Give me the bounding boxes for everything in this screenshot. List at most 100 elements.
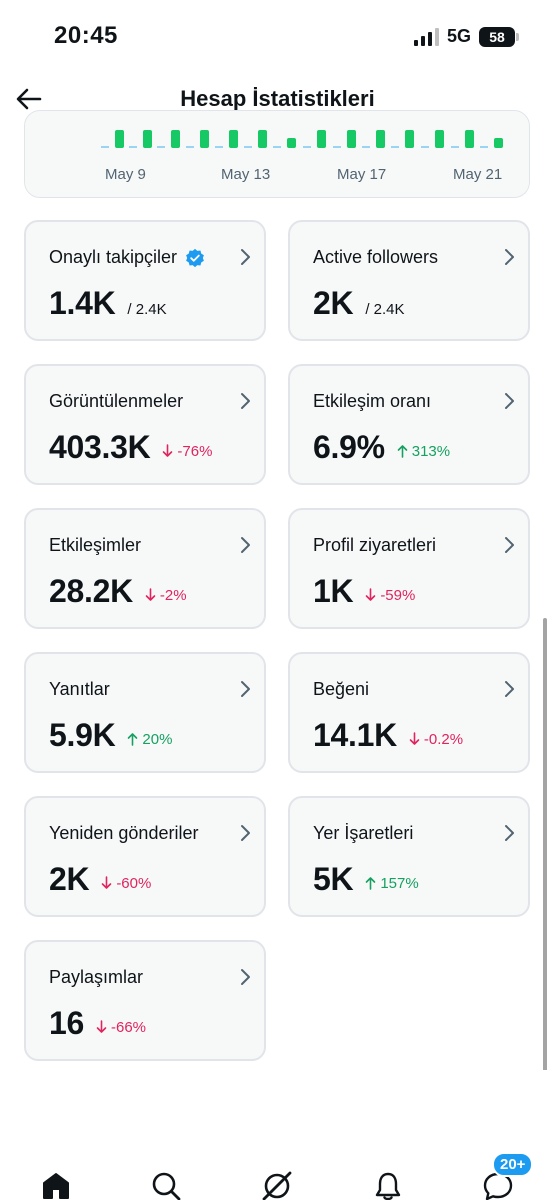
stat-value-row: 2K -60%	[49, 861, 151, 898]
home-icon	[43, 1173, 69, 1199]
chart-baseline-mark	[244, 146, 252, 148]
bell-icon	[375, 1172, 401, 1200]
stat-delta-value: -66%	[111, 1018, 147, 1036]
stat-delta: -0.2%	[409, 731, 463, 748]
nav-messages[interactable]: 20+	[478, 1152, 534, 1200]
nav-search[interactable]	[146, 1166, 186, 1200]
chart-baseline-mark	[333, 146, 341, 148]
scrollbar[interactable]	[543, 618, 547, 1078]
stat-card-etkilesimler[interactable]: Etkileşimler 28.2K -2%	[24, 508, 266, 629]
stat-delta: -76%	[162, 443, 212, 460]
chevron-right-icon	[241, 249, 250, 265]
chart-baseline-mark	[129, 146, 137, 148]
chart-bar	[435, 130, 444, 148]
arrow-down-icon	[96, 1020, 107, 1033]
stat-delta-value: -59%	[380, 586, 416, 604]
nav-grok[interactable]	[257, 1166, 297, 1200]
stat-delta: -2%	[145, 587, 187, 604]
chart-x-tick-label: May 17	[337, 166, 386, 183]
stat-value-row: 28.2K -2%	[49, 573, 187, 610]
stat-card-yer-isaretleri[interactable]: Yer İşaretleri 5K 157%	[288, 796, 530, 917]
chart-baseline-mark	[451, 146, 459, 148]
stat-total: / 2.4K	[365, 301, 405, 318]
stat-label-text: Active followers	[313, 247, 439, 267]
stat-delta-value: -60%	[116, 874, 152, 892]
chevron-right-icon	[505, 537, 514, 553]
chart-x-tick-label: May 21	[453, 166, 502, 183]
chart-bar	[171, 130, 180, 148]
battery-level: 58	[489, 28, 505, 45]
chevron-right-icon	[241, 393, 250, 409]
stat-delta: 20%	[127, 731, 172, 748]
stat-card-profil-ziyaretleri[interactable]: Profil ziyaretleri 1K -59%	[288, 508, 530, 629]
arrow-down-icon	[409, 732, 420, 745]
chevron-right-icon	[241, 537, 250, 553]
stat-label-text: Onaylı takipçiler	[49, 247, 178, 267]
stat-label-text: Profil ziyaretleri	[313, 535, 437, 555]
arrow-down-icon	[102, 876, 112, 889]
stat-value-row: 403.3K -76%	[49, 429, 212, 466]
chart-bar	[143, 130, 152, 148]
cellular-signal-icon	[413, 27, 439, 46]
stat-label-text: Görüntülenmeler	[49, 391, 184, 411]
stat-label-text: Yanıtlar	[49, 679, 110, 699]
stat-value: 1K	[313, 573, 354, 609]
stat-value: 28.2K	[49, 573, 133, 609]
bottom-navigation: 20+	[0, 1070, 555, 1200]
chart-baseline-mark	[391, 146, 399, 148]
chart-bar	[317, 130, 326, 148]
stat-label: Onaylı takipçiler	[49, 247, 205, 268]
stat-label-text: Paylaşımlar	[49, 967, 144, 987]
stat-value: 2K	[313, 285, 354, 321]
stat-value: 1.4K	[49, 285, 116, 321]
stat-label: Yanıtlar	[49, 679, 110, 700]
chart-bar	[287, 138, 296, 148]
stat-delta-value: 313%	[411, 442, 451, 460]
chart-bar	[405, 130, 414, 148]
chevron-right-icon	[505, 681, 514, 697]
stat-card-goruntulenmeler[interactable]: Görüntülenmeler 403.3K -76%	[24, 364, 266, 485]
stat-value: 14.1K	[313, 717, 397, 753]
chevron-right-icon	[505, 825, 514, 841]
stat-delta: -66%	[96, 1019, 146, 1036]
stat-label-text: Etkileşimler	[49, 535, 142, 555]
chevron-right-icon	[505, 393, 514, 409]
chart-bar	[465, 130, 474, 148]
nav-home[interactable]	[36, 1166, 76, 1200]
grok-icon	[262, 1171, 292, 1200]
arrow-up-icon	[397, 445, 408, 458]
stat-value-row: 1.4K / 2.4K	[49, 285, 167, 322]
stat-delta-value: 157%	[380, 874, 419, 892]
nav-notifications[interactable]	[368, 1166, 408, 1200]
stat-value: 6.9%	[313, 429, 385, 465]
status-indicators: 5G 58	[413, 26, 519, 47]
chart-baseline-mark	[303, 146, 311, 148]
stat-delta: -59%	[365, 587, 415, 604]
stat-label: Etkileşim oranı	[313, 391, 431, 412]
stat-card-paylasimlar[interactable]: Paylaşımlar 16 -66%	[24, 940, 266, 1061]
chart-bar	[229, 130, 238, 148]
status-time: 20:45	[54, 22, 118, 49]
network-type: 5G	[446, 26, 471, 46]
stat-card-active-followers[interactable]: Active followers 2K / 2.4K	[288, 220, 530, 341]
chart-baseline-mark	[362, 146, 370, 148]
stat-label-text: Etkileşim oranı	[313, 391, 432, 411]
stat-value: 5K	[313, 861, 354, 897]
chart-bar	[258, 130, 267, 148]
stat-value: 2K	[49, 861, 90, 897]
stat-card-etkilesim-orani[interactable]: Etkileşim oranı 6.9% 313%	[288, 364, 530, 485]
battery-icon: 58	[479, 26, 519, 47]
stat-label: Yer İşaretleri	[313, 823, 413, 844]
arrow-up-icon	[366, 877, 376, 890]
stat-value: 5.9K	[49, 717, 116, 753]
stat-card-yanitlar[interactable]: Yanıtlar 5.9K 20%	[24, 652, 266, 773]
chevron-right-icon	[505, 249, 514, 265]
chart-bar	[200, 130, 209, 148]
stat-value: 16	[49, 1005, 84, 1041]
stat-card-begeni[interactable]: Beğeni 14.1K -0.2%	[288, 652, 530, 773]
verified-badge-icon	[186, 248, 204, 267]
stat-label: Görüntülenmeler	[49, 391, 183, 412]
stat-card-onayli-takipciler[interactable]: Onaylı takipçiler 1.4K / 2.4K	[24, 220, 266, 341]
stat-card-yeniden-gonderiler[interactable]: Yeniden gönderiler 2K -60%	[24, 796, 266, 917]
stat-value-row: 1K -59%	[313, 573, 415, 610]
